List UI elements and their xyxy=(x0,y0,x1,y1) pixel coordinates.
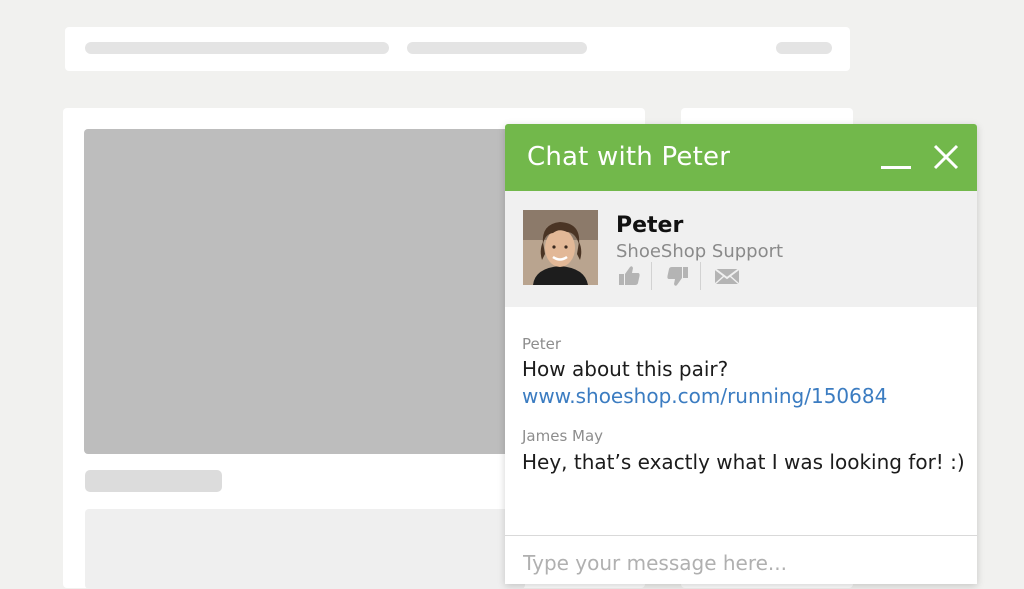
thumbs-down-icon[interactable] xyxy=(664,264,690,288)
close-icon[interactable] xyxy=(931,144,961,172)
placeholder-text-line xyxy=(85,42,389,54)
minimize-icon[interactable] xyxy=(881,144,911,172)
chat-widget: Chat with Peter Peter ShoeShop Support P… xyxy=(505,124,977,584)
chat-header: Chat with Peter xyxy=(505,124,977,191)
message-composer xyxy=(505,535,977,584)
action-divider xyxy=(651,262,652,290)
agent-name: Peter xyxy=(616,213,684,238)
message-text: Hey, that’s exactly what I was looking f… xyxy=(522,450,965,474)
chat-title: Chat with Peter xyxy=(527,142,731,172)
message-link[interactable]: www.shoeshop.com/running/150684 xyxy=(522,384,887,408)
message-input[interactable] xyxy=(521,548,961,578)
placeholder-text-line xyxy=(776,42,832,54)
message-text: How about this pair? xyxy=(522,357,729,381)
placeholder-block xyxy=(85,509,525,589)
placeholder-caption xyxy=(85,470,222,492)
message-author: James May xyxy=(522,427,604,445)
avatar xyxy=(523,210,598,285)
placeholder-top-bar xyxy=(65,27,850,71)
message-list: Peter How about this pair? www.shoeshop.… xyxy=(505,307,977,535)
agent-role: ShoeShop Support xyxy=(616,241,784,262)
placeholder-text-line xyxy=(407,42,587,54)
placeholder-image xyxy=(84,129,524,454)
thumbs-up-icon[interactable] xyxy=(617,264,643,288)
action-divider xyxy=(700,262,701,290)
message-author: Peter xyxy=(522,335,562,353)
envelope-icon[interactable] xyxy=(714,264,740,288)
agent-panel: Peter ShoeShop Support xyxy=(505,191,977,307)
